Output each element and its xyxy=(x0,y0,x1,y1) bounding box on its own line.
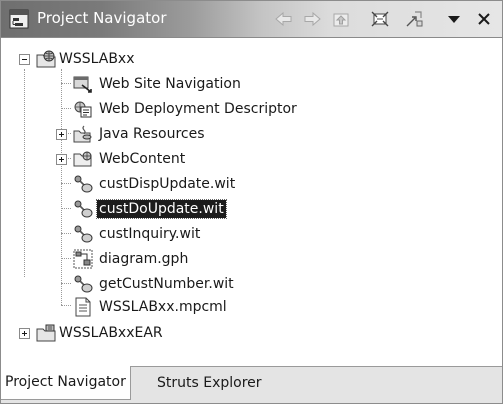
collapse-toggle[interactable] xyxy=(19,54,30,65)
tree-guide-line xyxy=(61,258,71,259)
deployment-descriptor-icon xyxy=(73,99,93,119)
tree-guide-line xyxy=(61,108,71,109)
expand-toggle[interactable] xyxy=(56,129,67,140)
wit-file-icon xyxy=(73,174,93,194)
tree-node-web-site-navigation[interactable]: Web Site Navigation xyxy=(97,75,243,93)
tree-node-web-deployment-descriptor[interactable]: Web Deployment Descriptor xyxy=(97,100,299,118)
tree-node-custdoupdate-wit[interactable]: custDoUpdate.wit xyxy=(96,199,227,219)
tree-node-getcustnumber-wit[interactable]: getCustNumber.wit xyxy=(97,275,236,293)
up-icon[interactable] xyxy=(330,9,352,29)
tree-node-custinquiry-wit[interactable]: custInquiry.wit xyxy=(97,225,202,243)
diagram-file-icon xyxy=(73,249,93,269)
tree-guide-line xyxy=(61,305,71,306)
tree-node-java-resources[interactable]: Java Resources xyxy=(97,125,207,143)
tree-guide-line xyxy=(61,69,62,305)
tab-struts-explorer[interactable]: Struts Explorer xyxy=(153,367,266,400)
project-tree[interactable]: WSSLABxx Web Site Navigation Web Deploym… xyxy=(1,38,502,366)
text-file-icon xyxy=(73,297,93,317)
tree-node-webcontent[interactable]: WebContent xyxy=(97,150,187,168)
tree-guide-line xyxy=(61,183,71,184)
close-icon[interactable] xyxy=(473,9,495,29)
project-navigator-view: Project Navigator WSSLABxx Web Site Navi… xyxy=(0,0,503,404)
tab-project-navigator[interactable]: Project Navigator xyxy=(1,366,131,400)
tree-node-custdispupdate-wit[interactable]: custDispUpdate.wit xyxy=(97,175,237,193)
view-title-bar: Project Navigator xyxy=(1,1,502,38)
tree-guide-line xyxy=(61,208,71,209)
tree-guide-line xyxy=(61,283,71,284)
project-navigator-icon xyxy=(9,9,29,29)
view-menu-icon[interactable] xyxy=(443,9,465,29)
tree-node-wsslabxx[interactable]: WSSLABxx xyxy=(57,50,137,68)
tree-node-wsslabxx-mpcml[interactable]: WSSLABxx.mpcml xyxy=(97,298,229,316)
tree-guide-line xyxy=(61,233,71,234)
ear-project-icon xyxy=(36,323,56,343)
wit-file-icon xyxy=(73,199,93,219)
forward-icon[interactable] xyxy=(301,9,323,29)
link-with-editor-icon[interactable] xyxy=(403,9,425,29)
tree-guide-line xyxy=(24,69,25,277)
tree-guide-line xyxy=(61,83,71,84)
expand-toggle[interactable] xyxy=(56,154,67,165)
expand-toggle[interactable] xyxy=(19,328,30,339)
tree-node-diagram-gph[interactable]: diagram.gph xyxy=(97,250,190,268)
wit-file-icon xyxy=(73,224,93,244)
java-resources-icon xyxy=(73,124,93,144)
collapse-all-icon[interactable] xyxy=(369,9,391,29)
wit-file-icon xyxy=(73,274,93,294)
tree-node-wsslabxxear[interactable]: WSSLABxxEAR xyxy=(57,324,165,342)
site-navigation-icon xyxy=(73,74,93,94)
folder-icon xyxy=(73,149,93,169)
view-title[interactable]: Project Navigator xyxy=(37,9,167,27)
back-icon[interactable] xyxy=(273,9,295,29)
web-project-icon xyxy=(36,49,56,69)
view-tab-bar: Project Navigator Struts Explorer xyxy=(1,366,502,403)
